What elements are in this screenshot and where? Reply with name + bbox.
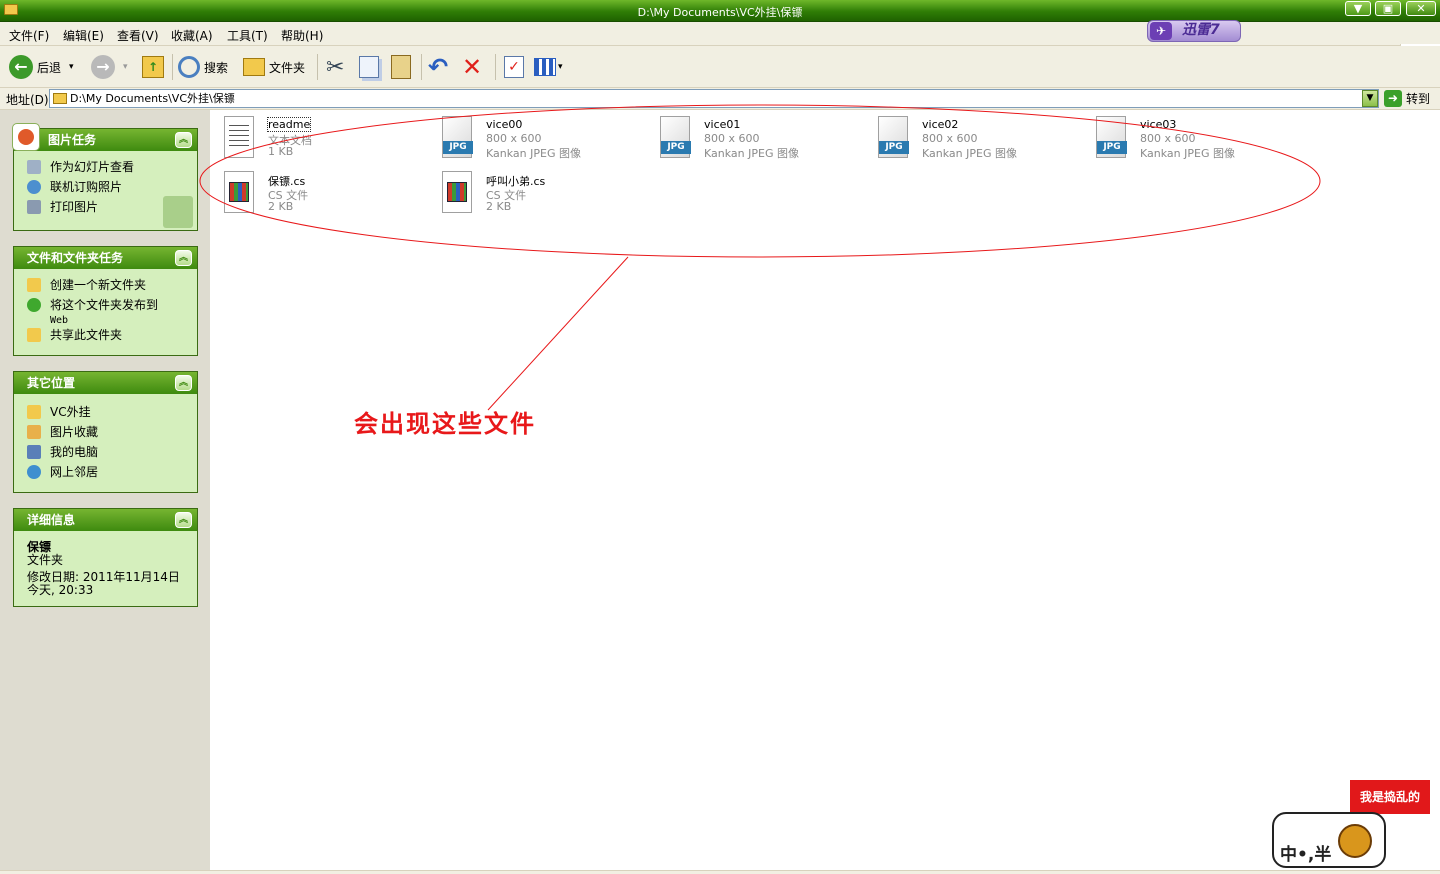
watermark-flag: 我是捣乱的 <box>1350 780 1430 814</box>
annotation-ellipse <box>199 104 1321 411</box>
annotation-text: 会出现这些文件 <box>354 410 536 438</box>
watermark-mascot: 中•,半 <box>1272 812 1386 868</box>
status-bar <box>0 870 1440 874</box>
mascot-face-icon <box>1338 824 1372 858</box>
